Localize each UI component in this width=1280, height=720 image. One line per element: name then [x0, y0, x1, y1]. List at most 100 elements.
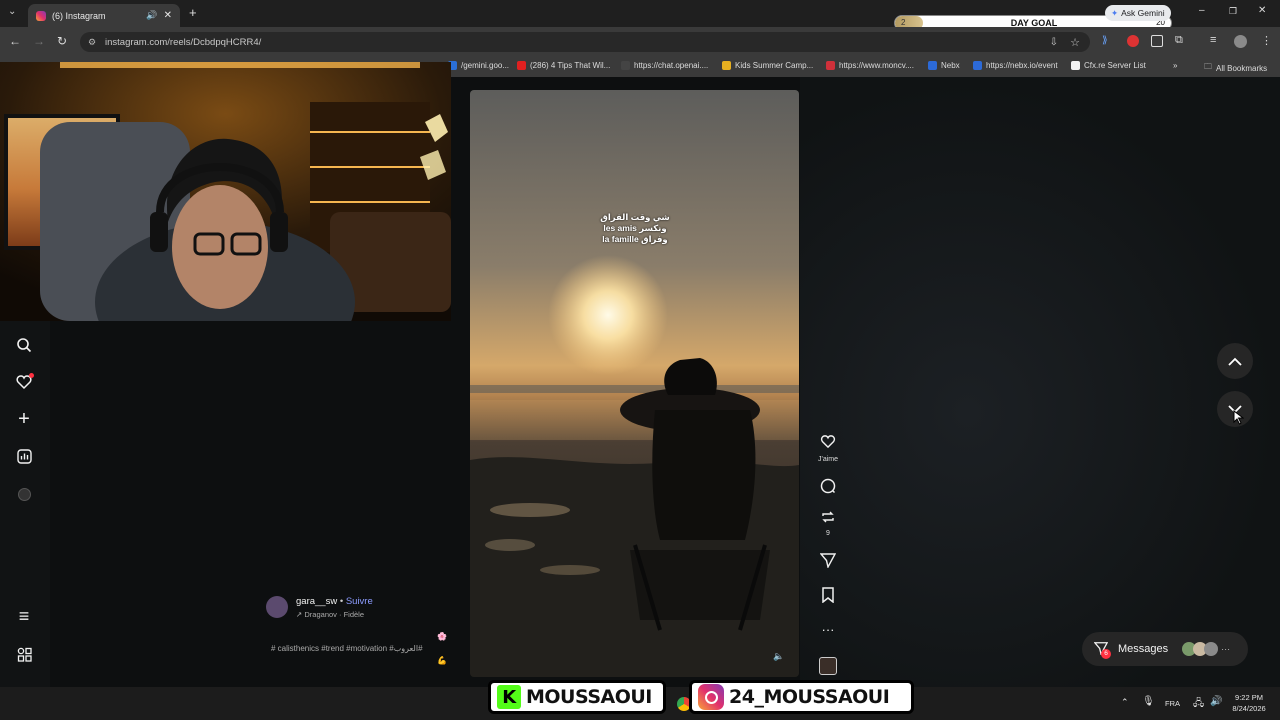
bookmark-item[interactable]: Cfx.re Server List — [1071, 61, 1146, 70]
page-right-backdrop — [800, 77, 1280, 687]
more-menu-icon[interactable]: ≡ — [14, 606, 34, 626]
like-heart-icon[interactable] — [817, 434, 839, 453]
kick-handle-badge: K MOUSSAOUI — [488, 680, 666, 714]
bookmark-item[interactable]: Kids Summer Camp... — [722, 61, 813, 70]
instagram-handle: 24_MOUSSAOUI — [729, 686, 890, 708]
bookmark-favicon-icon — [1071, 61, 1080, 70]
tab-strip: ⌄ (6) Instagram 🔊 ✕ + 2 DAY GOAL 20 ✦ As… — [0, 0, 1280, 31]
site-info-icon[interactable]: ⚙ — [88, 37, 96, 48]
profile-avatar[interactable] — [1234, 35, 1247, 48]
reel-caption-overlay: شي وقت الفراق les amis ونكسر la famille … — [590, 212, 680, 245]
install-app-icon[interactable]: ⇩ — [1050, 37, 1058, 48]
notification-dot — [29, 373, 34, 378]
bookmark-item[interactable]: https://www.moncv.... — [826, 61, 914, 70]
bookmark-item[interactable]: /gemini.goo... — [448, 61, 509, 70]
reel-caption-line: شي وقت الفراق — [600, 212, 670, 222]
address-bar[interactable]: ⚙ instagram.com/reels/DcbdpqHCRR4/ ⇩ ☆ — [80, 32, 1090, 52]
bookmark-item[interactable]: https://nebx.io/event — [973, 61, 1058, 70]
messages-button[interactable]: 6 Messages ··· — [1082, 632, 1248, 666]
bookmark-item[interactable]: https://chat.openai.... — [621, 61, 708, 70]
back-icon[interactable]: ← — [9, 34, 21, 48]
tab-close-icon[interactable]: ✕ — [164, 10, 172, 21]
share-send-icon[interactable] — [817, 552, 839, 572]
follow-button[interactable]: Suivre — [346, 596, 373, 607]
input-language[interactable]: FRA — [1165, 699, 1180, 708]
messages-label: Messages — [1118, 643, 1169, 655]
bookmark-label: https://nebx.io/event — [986, 61, 1058, 70]
create-plus-icon[interactable]: + — [14, 408, 34, 430]
browser-menu-icon[interactable]: ⋮ — [1261, 34, 1272, 47]
extension-icon-3[interactable] — [1151, 35, 1163, 47]
kick-logo-icon: K — [497, 685, 521, 709]
tab-audio-icon[interactable]: 🔊 — [146, 10, 157, 21]
tab-list-chevron-icon[interactable]: ⌄ — [8, 6, 16, 17]
bookmark-label: Nebx — [941, 61, 960, 70]
tray-overflow-icon[interactable]: ⌃ — [1121, 697, 1129, 708]
clock-date[interactable]: 8/24/2026 — [1224, 704, 1274, 713]
messages-send-icon: 6 — [1093, 641, 1111, 659]
bookmark-item[interactable]: (286) 4 Tips That Wil... — [517, 61, 610, 70]
author-avatar[interactable] — [266, 596, 288, 618]
tab-title: (6) Instagram — [52, 10, 106, 21]
all-bookmarks-label: All Bookmarks — [1216, 63, 1268, 73]
also-from-meta-icon[interactable] — [14, 644, 34, 664]
reel-video[interactable] — [470, 90, 799, 677]
ask-gemini-button[interactable]: ✦ Ask Gemini — [1105, 5, 1171, 21]
likes-label: J'aime — [817, 456, 838, 463]
new-tab-icon[interactable]: + — [189, 5, 197, 20]
extensions-puzzle-icon[interactable]: ⧉ — [1175, 34, 1183, 47]
author-username[interactable]: gara__sw — [296, 596, 337, 607]
audio-track[interactable]: Draganov · Fidèle — [304, 610, 364, 619]
mute-audio-icon[interactable]: 🔈 — [773, 651, 784, 662]
profile-avatar-icon[interactable] — [14, 484, 34, 504]
instagram-favicon-icon — [36, 10, 46, 21]
bookmarks-overflow-icon[interactable]: » — [1173, 61, 1177, 70]
volume-icon[interactable]: 🔊 — [1210, 696, 1222, 707]
comment-icon[interactable] — [817, 478, 839, 498]
contact-avatar — [1204, 642, 1219, 656]
reload-icon[interactable]: ↻ — [57, 34, 67, 48]
restore-window-icon[interactable]: ❐ — [1229, 6, 1237, 17]
bookmark-label: (286) 4 Tips That Wil... — [530, 61, 611, 70]
extension-icon-1[interactable]: ⟫ — [1102, 35, 1108, 46]
extension-icon-2[interactable] — [1127, 35, 1139, 47]
close-window-icon[interactable]: ✕ — [1258, 5, 1266, 16]
bookmark-label: https://www.moncv.... — [839, 61, 914, 70]
search-icon[interactable] — [14, 335, 34, 355]
repost-icon[interactable] — [817, 509, 839, 529]
folder-icon: 🗀 — [1204, 62, 1212, 71]
clock-time[interactable]: 9:22 PM — [1224, 693, 1274, 702]
more-options-icon[interactable]: ··· — [817, 622, 839, 637]
mouse-cursor-icon — [1233, 409, 1245, 430]
streamer-webcam — [0, 62, 451, 321]
notifications-heart-icon[interactable] — [14, 372, 34, 392]
reel-hashtags[interactable]: # calisthenics #trend #motivation #العرو… — [271, 644, 451, 653]
bookmark-favicon-icon — [517, 61, 526, 70]
emoji-icon: 💪 — [437, 656, 447, 665]
instagram-logo-icon — [698, 684, 724, 710]
more-contacts-icon: ··· — [1221, 644, 1231, 654]
bookmark-favicon-icon — [928, 61, 937, 70]
audio-thumbnail[interactable] — [819, 657, 837, 675]
network-icon[interactable]: 🖧 — [1193, 696, 1204, 713]
previous-reel-button[interactable] — [1217, 343, 1253, 379]
save-bookmark-icon[interactable] — [817, 587, 839, 607]
bookmark-star-icon[interactable]: ☆ — [1070, 36, 1080, 49]
separator-dot: • — [339, 596, 344, 607]
instagram-handle-badge: 24_MOUSSAOUI — [689, 680, 914, 714]
all-bookmarks-button[interactable]: 🗀 All Bookmarks — [1204, 61, 1267, 75]
minimize-window-icon[interactable]: – — [1199, 5, 1205, 16]
messages-badge: 6 — [1101, 649, 1111, 659]
media-controls-icon[interactable]: ≡ — [1210, 34, 1216, 46]
browser-tab-instagram[interactable]: (6) Instagram 🔊 ✕ — [28, 4, 180, 27]
url-text: instagram.com/reels/DcbdpqHCRR4/ — [105, 36, 262, 48]
forward-icon[interactable]: → — [33, 34, 45, 48]
bookmark-item[interactable]: Nebx — [928, 61, 960, 70]
bookmark-favicon-icon — [722, 61, 731, 70]
reel-caption-line: les amis ونكسر — [603, 223, 667, 233]
bookmark-label: /gemini.goo... — [461, 61, 510, 70]
bookmark-favicon-icon — [973, 61, 982, 70]
audio-arrow-icon: ↗ — [296, 610, 303, 619]
dashboard-chart-icon[interactable] — [14, 446, 34, 466]
microphone-icon[interactable]: 🎙 — [1142, 696, 1155, 707]
